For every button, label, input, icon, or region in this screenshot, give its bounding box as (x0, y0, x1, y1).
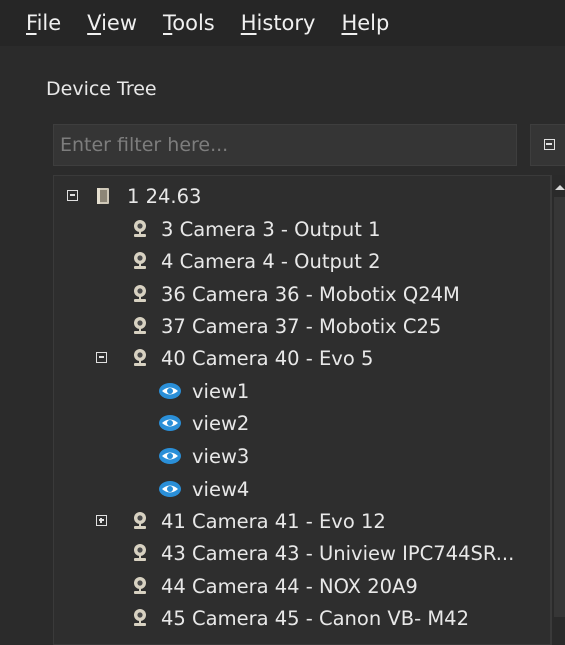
collapse-icon (544, 139, 555, 150)
menu-bar: File View Tools History Help (0, 0, 565, 46)
menu-view[interactable]: View (87, 11, 137, 35)
collapse-icon[interactable] (67, 190, 78, 201)
server-icon (97, 188, 109, 204)
tree-label: 3 Camera 3 - Output 1 (161, 217, 381, 241)
tree-label: 40 Camera 40 - Evo 5 (161, 346, 374, 370)
menu-file[interactable]: File (26, 11, 61, 35)
tree-label: 4 Camera 4 - Output 2 (161, 249, 381, 273)
tree-label: view2 (192, 411, 250, 435)
camera-icon (134, 577, 146, 594)
tree-label: 44 Camera 44 - NOX 20A9 (161, 574, 418, 598)
camera-icon (134, 512, 146, 529)
scroll-up-icon[interactable] (555, 185, 565, 190)
camera-icon (134, 285, 146, 302)
collapse-all-button[interactable] (530, 124, 565, 166)
eye-icon (159, 415, 181, 431)
camera-icon (134, 609, 146, 626)
tree-label: 1 24.63 (127, 184, 202, 208)
camera-icon (134, 544, 146, 561)
scrollbar-thumb[interactable] (554, 197, 565, 617)
tree-label: view3 (192, 444, 250, 468)
camera-icon (134, 252, 146, 269)
device-tree[interactable]: 1 24.63 3 Camera 3 - Output 1 4 Camera 4… (53, 175, 551, 645)
tree-label: 37 Camera 37 - Mobotix C25 (161, 314, 442, 338)
menu-history[interactable]: History (241, 11, 316, 35)
camera-icon (134, 349, 146, 366)
tree-label: 43 Camera 43 - Uniview IPC744SR... (161, 541, 515, 565)
tree-label: 45 Camera 45 - Canon VB- M42 (161, 606, 469, 630)
menu-tools[interactable]: Tools (163, 11, 215, 35)
collapse-icon[interactable] (96, 352, 107, 363)
tree-scrollbar[interactable] (551, 175, 565, 645)
tree-label: view4 (192, 477, 250, 501)
camera-icon (134, 317, 146, 334)
panel-title: Device Tree (46, 78, 157, 100)
tree-label: view1 (192, 379, 250, 403)
eye-icon (159, 383, 181, 399)
expand-icon[interactable] (96, 515, 107, 526)
eye-icon (159, 481, 181, 497)
tree-label: 41 Camera 41 - Evo 12 (161, 509, 386, 533)
eye-icon (159, 448, 181, 464)
filter-input[interactable] (53, 124, 517, 166)
menu-help[interactable]: Help (341, 11, 389, 35)
camera-icon (134, 220, 146, 237)
tree-label: 36 Camera 36 - Mobotix Q24M (161, 282, 460, 306)
